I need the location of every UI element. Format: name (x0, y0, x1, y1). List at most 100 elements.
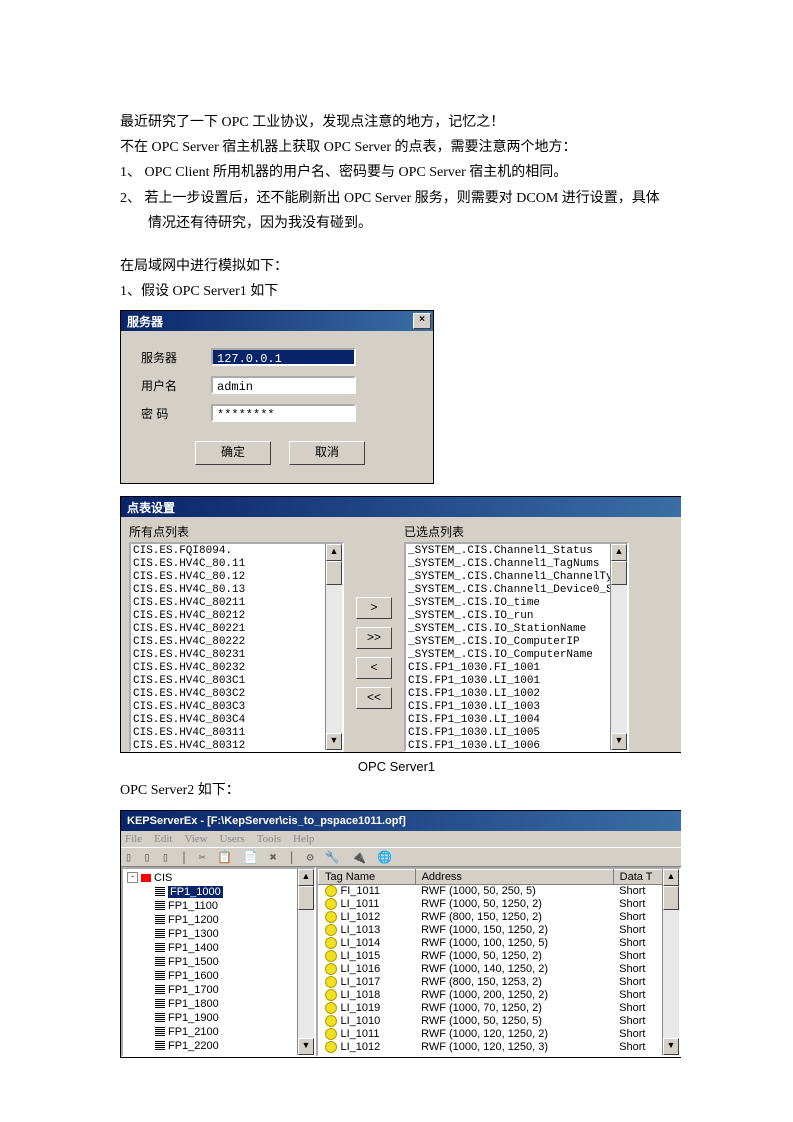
tree-device[interactable]: FP1_1500 (127, 955, 314, 969)
tree-device[interactable]: FP1_1600 (127, 969, 314, 983)
table-row[interactable]: LI_1017RWF (800, 150, 1253, 2)Short (319, 976, 679, 989)
list-item[interactable]: CIS.ES.HV4C_803C4 (133, 714, 342, 727)
list-item[interactable]: CIS.ES.HV4C_80212 (133, 610, 342, 623)
list-item[interactable]: _SYSTEM_.CIS.IO_time (408, 597, 627, 610)
tag-icon (325, 885, 337, 897)
move-all-left-button[interactable]: << (356, 687, 392, 709)
scrollbar[interactable]: ▲▼ (662, 869, 679, 1055)
list-item[interactable]: _SYSTEM_.CIS.Channel1_Status (408, 545, 627, 558)
tag-table[interactable]: Tag Name Address Data T FI_1011RWF (1000… (316, 867, 681, 1057)
table-row[interactable]: LI_1018RWF (1000, 200, 1250, 2)Short (319, 989, 679, 1002)
move-all-right-button[interactable]: >> (356, 627, 392, 649)
list-item[interactable]: CIS.ES.HV4C_80221 (133, 623, 342, 636)
server-label: 服务器 (141, 349, 211, 366)
tree-device[interactable]: FP1_1700 (127, 983, 314, 997)
list-item[interactable]: CIS.FP1_1030.LI_1004 (408, 714, 627, 727)
table-row[interactable]: LI_1019RWF (1000, 70, 1250, 2)Short (319, 1002, 679, 1015)
tree-device[interactable]: FP1_1200 (127, 913, 314, 927)
tree-channel[interactable]: -CIS (127, 871, 314, 885)
table-row[interactable]: LI_1013RWF (1000, 150, 1250, 2)Short (319, 924, 679, 937)
col-tagname[interactable]: Tag Name (319, 869, 416, 884)
list-item[interactable]: CIS.FP1_1030.LI_1006 (408, 740, 627, 752)
list-item[interactable]: CIS.FP1_1030.LI_1001 (408, 675, 627, 688)
list-item[interactable]: CIS.ES.HV4C_80211 (133, 597, 342, 610)
list-item[interactable]: CIS.ES.HV4C_80232 (133, 662, 342, 675)
menu-item[interactable]: View (184, 833, 207, 845)
tree-device[interactable]: FP1_2100 (127, 1025, 314, 1039)
menu-item[interactable]: Help (293, 833, 314, 845)
table-row[interactable]: FI_1011RWF (1000, 50, 250, 5)Short (319, 884, 679, 898)
list-item[interactable]: _SYSTEM_.CIS.IO_run (408, 610, 627, 623)
selected-points-listbox[interactable]: _SYSTEM_.CIS.Channel1_Status_SYSTEM_.CIS… (404, 542, 629, 752)
table-row[interactable]: LI_1014RWF (1000, 100, 1250, 5)Short (319, 937, 679, 950)
device-icon (155, 1013, 165, 1023)
table-row[interactable]: LI_1012RWF (1000, 120, 1250, 3)Short (319, 1041, 679, 1054)
list-item[interactable]: _SYSTEM_.CIS.IO_ComputerIP (408, 636, 627, 649)
password-input[interactable]: ******** (211, 404, 356, 422)
tree-device[interactable]: FP1_1900 (127, 1011, 314, 1025)
ok-button[interactable]: 确定 (195, 441, 271, 465)
list-item[interactable]: _SYSTEM_.CIS.IO_StationName (408, 623, 627, 636)
menubar[interactable]: File Edit View Users Tools Help (121, 831, 681, 847)
tree-device[interactable]: FP1_2300 (127, 1053, 314, 1057)
toolbar[interactable]: ▯ ▯ ▯ | ✂ 📋 📄 ✖ | ⚙ 🔧 🔌 🌐 (121, 847, 681, 867)
cancel-button[interactable]: 取消 (289, 441, 365, 465)
server-input[interactable]: 127.0.0.1 (211, 348, 356, 366)
tag-icon (325, 1028, 337, 1040)
tree-device[interactable]: FP1_1300 (127, 927, 314, 941)
tag-icon (325, 989, 337, 1001)
list-item: 1、 OPC Client 所用机器的用户名、密码要与 OPC Server 宿… (120, 160, 673, 185)
tree-device[interactable]: FP1_1400 (127, 941, 314, 955)
list-item[interactable]: CIS.ES.HV4C_803C2 (133, 688, 342, 701)
move-right-button[interactable]: > (356, 597, 392, 619)
titlebar: KEPServerEx - [F:\KepServer\cis_to_pspac… (121, 811, 681, 831)
table-row[interactable]: LI_1011RWF (1000, 120, 1250, 2)Short (319, 1028, 679, 1041)
list-item[interactable]: CIS.ES.HV4C_80312 (133, 740, 342, 752)
list-item[interactable]: _SYSTEM_.CIS.IO_ComputerName (408, 649, 627, 662)
kepserver-window: KEPServerEx - [F:\KepServer\cis_to_pspac… (120, 810, 681, 1058)
device-icon (155, 901, 165, 911)
list-item[interactable]: _SYSTEM_.CIS.Channel1_TagNums (408, 558, 627, 571)
tree-device[interactable]: FP1_1000 (127, 885, 314, 899)
list-item[interactable]: CIS.ES.HV4C_80311 (133, 727, 342, 740)
scrollbar[interactable]: ▲▼ (610, 544, 627, 750)
tree-device[interactable]: FP1_1100 (127, 899, 314, 913)
table-row[interactable]: LI_1016RWF (1000, 140, 1250, 2)Short (319, 963, 679, 976)
scrollbar[interactable]: ▲▼ (325, 544, 342, 750)
tree-device[interactable]: FP1_1800 (127, 997, 314, 1011)
col-address[interactable]: Address (415, 869, 613, 884)
tree-device[interactable]: FP1_2200 (127, 1039, 314, 1053)
menu-item[interactable]: Users (220, 833, 245, 845)
list-item[interactable]: CIS.FP1_1030.LI_1002 (408, 688, 627, 701)
username-input[interactable]: admin (211, 376, 356, 394)
close-icon[interactable]: × (413, 313, 431, 329)
table-row[interactable]: LI_1015RWF (1000, 50, 1250, 2)Short (319, 950, 679, 963)
list-item[interactable]: CIS.ES.HV4C_80222 (133, 636, 342, 649)
list-item[interactable]: CIS.ES.HV4C_80.12 (133, 571, 342, 584)
all-points-listbox[interactable]: CIS.ES.FQI8094.CIS.ES.HV4C_80.11CIS.ES.H… (129, 542, 344, 752)
list-item[interactable]: CIS.ES.HV4C_80231 (133, 649, 342, 662)
list-item[interactable]: CIS.FP1_1030.FI_1001 (408, 662, 627, 675)
list-item[interactable]: CIS.ES.HV4C_803C1 (133, 675, 342, 688)
list-item[interactable]: CIS.ES.HV4C_80.11 (133, 558, 342, 571)
tag-icon (325, 963, 337, 975)
device-tree[interactable]: -CISFP1_1000FP1_1100FP1_1200FP1_1300FP1_… (121, 867, 316, 1057)
table-row[interactable]: LI_1010RWF (1000, 50, 1250, 5)Short (319, 1015, 679, 1028)
menu-item[interactable]: Edit (154, 833, 172, 845)
move-left-button[interactable]: < (356, 657, 392, 679)
list-item[interactable]: CIS.FP1_1030.LI_1003 (408, 701, 627, 714)
list-item[interactable]: CIS.ES.FQI8094. (133, 545, 342, 558)
tag-icon (325, 1002, 337, 1014)
list-item[interactable]: CIS.FP1_1030.LI_1005 (408, 727, 627, 740)
list-item[interactable]: _SYSTEM_.CIS.Channel1_Device0_Status (408, 584, 627, 597)
menu-item[interactable]: File (125, 833, 142, 845)
list-item[interactable]: _SYSTEM_.CIS.Channel1_ChannelType (408, 571, 627, 584)
list-item[interactable]: CIS.ES.HV4C_803C3 (133, 701, 342, 714)
device-icon (155, 1055, 165, 1057)
table-row[interactable]: LI_1011RWF (1000, 50, 1250, 2)Short (319, 898, 679, 911)
menu-item[interactable]: Tools (257, 833, 281, 845)
scrollbar[interactable]: ▲▼ (297, 869, 314, 1055)
table-row[interactable]: LI_1012RWF (800, 150, 1250, 2)Short (319, 911, 679, 924)
list-item[interactable]: CIS.ES.HV4C_80.13 (133, 584, 342, 597)
selected-points-label: 已选点列表 (404, 523, 629, 542)
